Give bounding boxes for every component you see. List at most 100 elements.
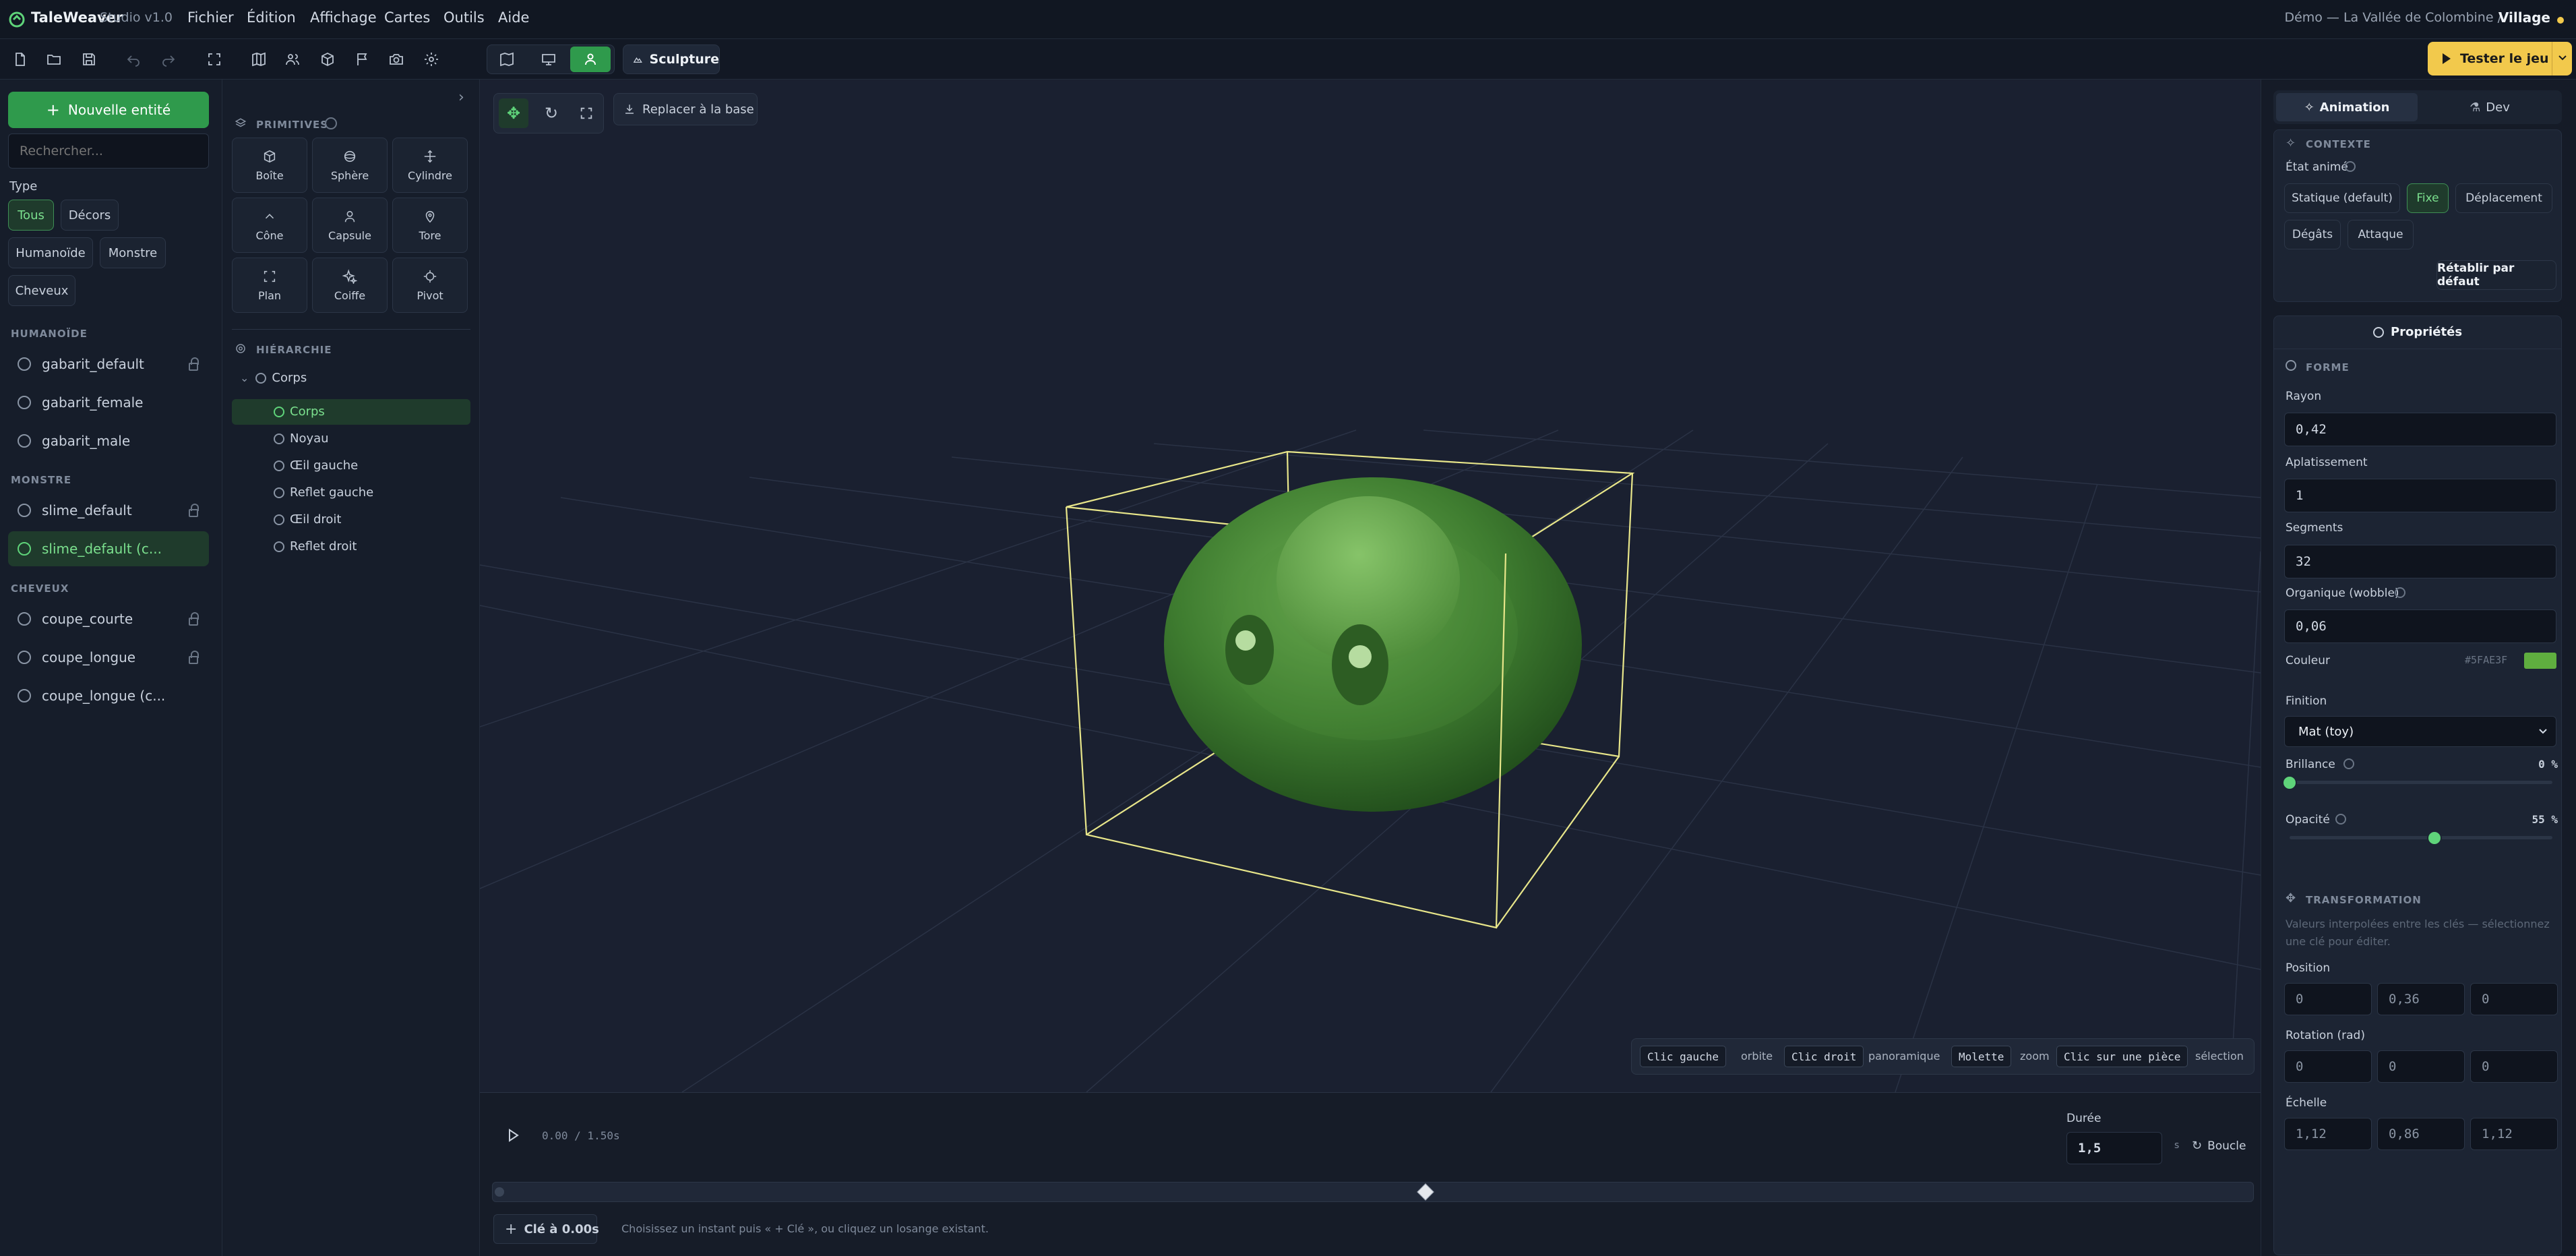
segments-input[interactable]: 32 [2284, 545, 2556, 578]
camera-icon[interactable] [384, 47, 408, 71]
save-icon[interactable] [77, 47, 101, 71]
properties-title: Propriétés [2390, 325, 2463, 339]
add-key-button[interactable]: + Clé à 0.00s [493, 1214, 599, 1244]
filter-monstre[interactable]: Monstre [100, 237, 166, 268]
primitive-sphere[interactable]: Sphère [312, 138, 388, 193]
state-statique[interactable]: Statique (default) [2284, 183, 2400, 213]
reset-default-button[interactable]: Rétablir par défaut [2436, 260, 2556, 290]
open-folder-icon[interactable] [42, 47, 66, 71]
finish-select[interactable]: Mat (toy) [2284, 716, 2556, 747]
cube-icon[interactable] [315, 47, 340, 71]
timeline-time: 0.00 / 1.50s [542, 1129, 620, 1142]
opacity-slider-track[interactable] [2290, 836, 2552, 839]
test-game-dropdown[interactable] [2552, 42, 2572, 76]
filter-tous[interactable]: Tous [8, 200, 54, 231]
state-fixe[interactable]: Fixe [2407, 183, 2449, 213]
state-deplacement[interactable]: Déplacement [2455, 183, 2552, 213]
flag-icon[interactable] [350, 47, 375, 71]
menu-outils[interactable]: Outils [443, 9, 485, 26]
loop-toggle[interactable]: ↻ Boucle [2192, 1139, 2246, 1153]
tab-animation[interactable]: ✧ Animation [2276, 93, 2418, 121]
filter-cheveux[interactable]: Cheveux [8, 275, 75, 306]
menu-aide[interactable]: Aide [498, 9, 529, 26]
new-entity-button[interactable]: + Nouvelle entité [8, 92, 209, 128]
monitor-view-icon[interactable] [536, 47, 561, 71]
wobble-input[interactable]: 0,06 [2284, 609, 2556, 643]
tree-item[interactable]: Corps [274, 405, 325, 419]
characters-icon[interactable] [280, 47, 305, 71]
scale-x-input[interactable]: 1,12 [2284, 1118, 2372, 1150]
position-x-input[interactable]: 0 [2284, 983, 2372, 1015]
map-icon[interactable] [247, 47, 271, 71]
tree-root[interactable]: ⌄ Corps [240, 371, 307, 385]
map-view-icon[interactable] [495, 47, 519, 71]
position-y-input[interactable]: 0,36 [2377, 983, 2465, 1015]
new-file-icon[interactable] [8, 47, 32, 71]
menu-affichage[interactable]: Affichage [310, 9, 377, 26]
entity-item[interactable]: gabarit_female [8, 385, 209, 420]
tree-item[interactable]: Œil droit [274, 512, 341, 527]
entity-item[interactable]: gabarit_male [8, 423, 209, 458]
primitive-plan[interactable]: Plan [232, 258, 307, 313]
play-icon[interactable] [507, 1128, 520, 1143]
move-tool-icon[interactable]: ✥ [499, 98, 528, 128]
rotation-x-input[interactable]: 0 [2284, 1050, 2372, 1083]
menu-fichier[interactable]: Fichier [187, 9, 234, 26]
timeline-track[interactable] [492, 1182, 2254, 1202]
tree-item[interactable]: Œil gauche [274, 458, 358, 473]
playhead[interactable] [495, 1187, 504, 1197]
primitive-pivot[interactable]: Pivot [392, 258, 468, 313]
rotation-z-input[interactable]: 0 [2470, 1050, 2558, 1083]
primitive-boite[interactable]: Boîte [232, 138, 307, 193]
primitive-tore[interactable]: Tore [392, 198, 468, 253]
scene-canvas[interactable] [480, 80, 2261, 1092]
filter-decors[interactable]: Décors [61, 200, 119, 231]
test-game-button[interactable]: Tester le jeu [2428, 42, 2572, 76]
sculpture-mode-button[interactable]: Sculpture [623, 44, 720, 74]
shine-slider-track[interactable] [2290, 781, 2552, 784]
primitive-coiffe[interactable]: Coiffe [312, 258, 388, 313]
box-icon [264, 150, 276, 162]
entity-item-selected[interactable]: slime_default (c... [8, 531, 209, 566]
reset-to-base-button[interactable]: Replacer à la base [613, 93, 758, 125]
collapse-chevron-icon[interactable]: › [458, 89, 464, 106]
state-degats[interactable]: Dégâts [2284, 220, 2341, 249]
primitive-cylindre[interactable]: Cylindre [392, 138, 468, 193]
primitive-capsule[interactable]: Capsule [312, 198, 388, 253]
tree-item[interactable]: Reflet droit [274, 539, 357, 554]
entity-item[interactable]: slime_default [8, 493, 209, 528]
opacity-slider-thumb[interactable] [2426, 831, 2442, 845]
tree-item[interactable]: Noyau [274, 431, 329, 446]
scale-tool-icon[interactable] [572, 98, 601, 128]
primitive-cone[interactable]: Cône [232, 198, 307, 253]
menu-cartes[interactable]: Cartes [384, 9, 430, 26]
settings-gear-icon[interactable] [419, 47, 443, 71]
entity-item[interactable]: coupe_courte [8, 601, 209, 636]
filter-humanoide[interactable]: Humanoïde [8, 237, 93, 268]
scale-z-input[interactable]: 1,12 [2470, 1118, 2558, 1150]
3d-viewport[interactable]: ✥ ↻ Replacer à la base Clic gauche orbit… [480, 80, 2261, 1092]
rotation-y-input[interactable]: 0 [2377, 1050, 2465, 1083]
scale-y-input[interactable]: 0,86 [2377, 1118, 2465, 1150]
fullscreen-icon[interactable] [202, 47, 226, 71]
tab-dev[interactable]: ⚗ Dev [2420, 93, 2559, 121]
state-attaque[interactable]: Attaque [2348, 220, 2414, 249]
aplatissement-input[interactable]: 1 [2284, 479, 2556, 512]
rayon-input[interactable]: 0,42 [2284, 413, 2556, 446]
color-swatch[interactable] [2524, 653, 2556, 669]
character-view-button[interactable] [570, 47, 611, 72]
tree-item[interactable]: Reflet gauche [274, 485, 373, 500]
app-logo-icon [9, 11, 25, 28]
menu-edition[interactable]: Édition [247, 9, 296, 26]
duration-input[interactable]: 1,5 [2066, 1132, 2162, 1164]
entity-item[interactable]: gabarit_default [8, 347, 209, 382]
redo-icon[interactable] [156, 47, 181, 71]
position-z-input[interactable]: 0 [2470, 983, 2558, 1015]
entity-item[interactable]: coupe_longue [8, 640, 209, 675]
rotate-tool-icon[interactable]: ↻ [536, 98, 566, 128]
shine-slider-thumb[interactable] [2282, 775, 2297, 790]
left-eye[interactable] [1225, 615, 1274, 685]
entity-item[interactable]: coupe_longue (c... [8, 678, 209, 713]
entity-search-input[interactable] [8, 133, 209, 169]
undo-icon[interactable] [121, 47, 146, 71]
